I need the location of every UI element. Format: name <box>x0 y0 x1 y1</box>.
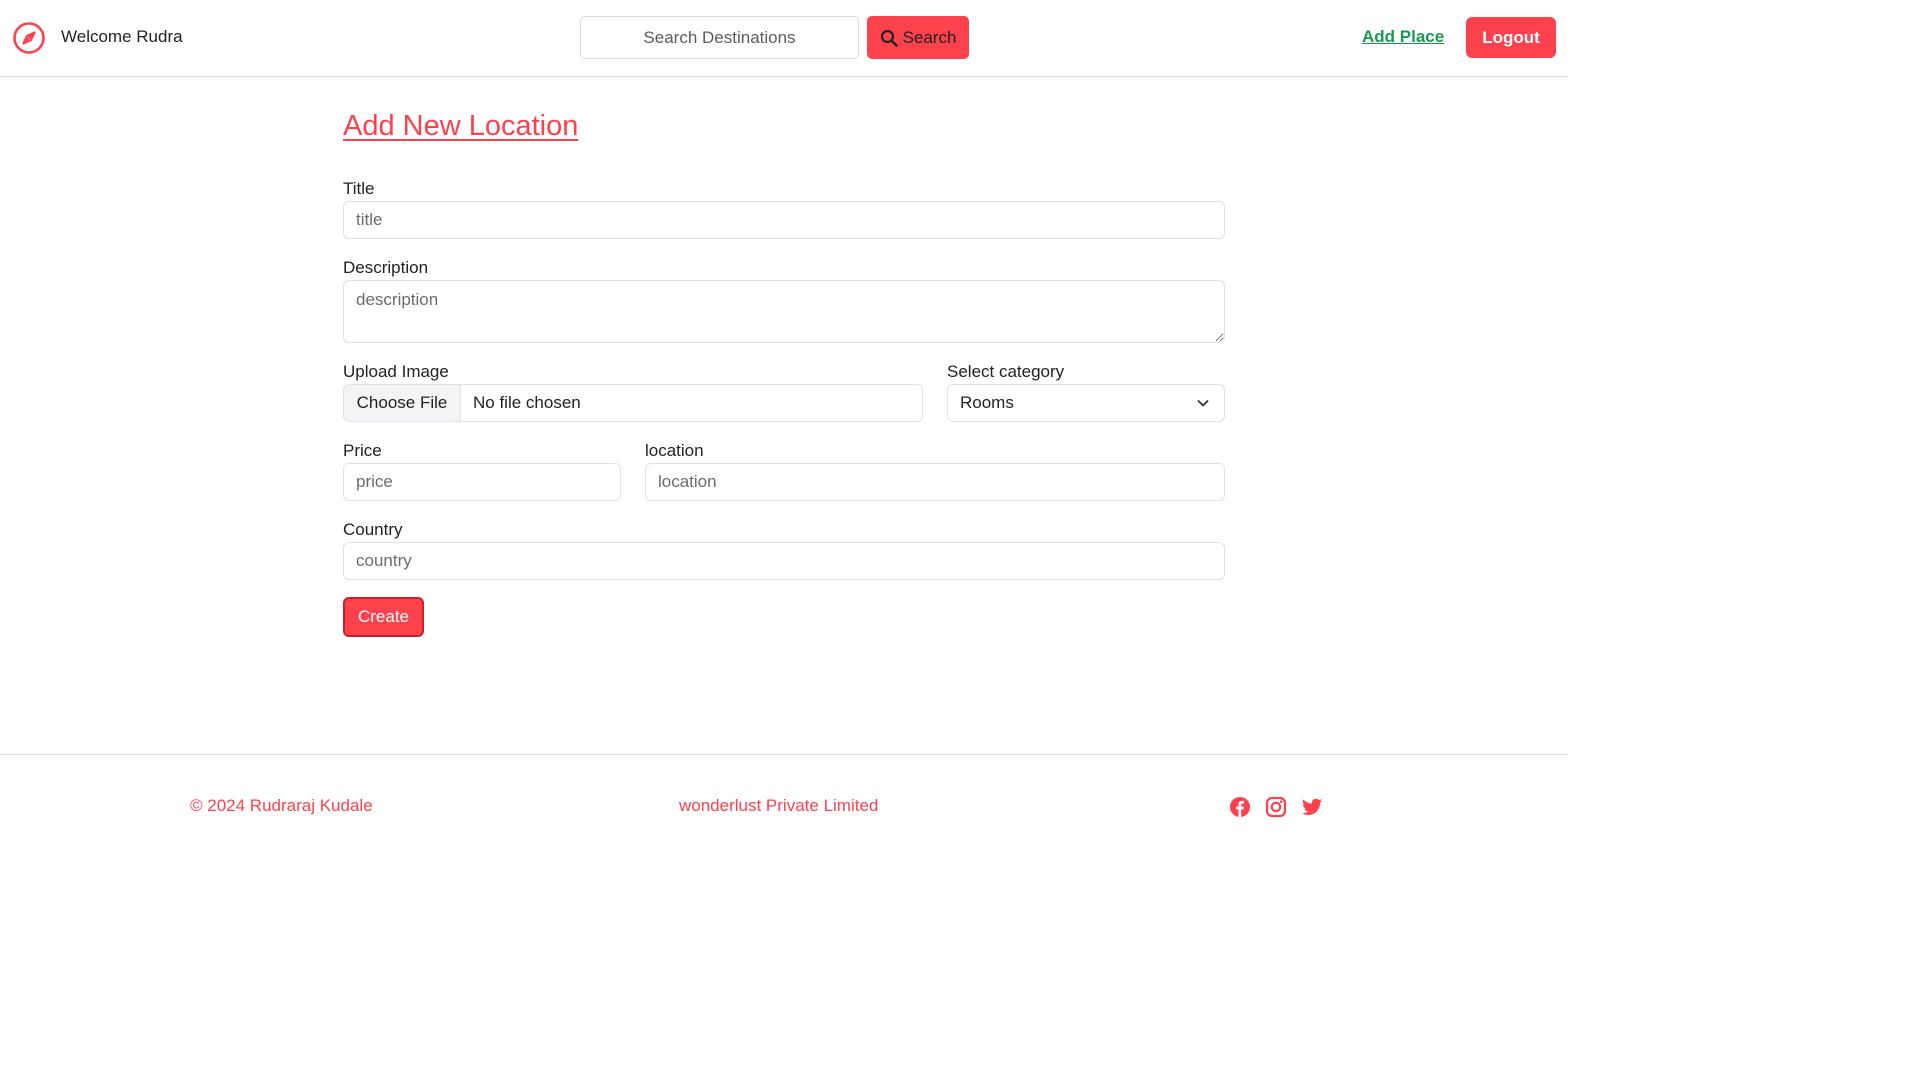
search-button[interactable]: Search <box>867 16 969 59</box>
facebook-icon[interactable] <box>1229 796 1251 818</box>
category-selected-value: Rooms <box>960 393 1014 412</box>
search-button-label: Search <box>902 27 957 47</box>
twitter-icon[interactable] <box>1301 796 1323 818</box>
logout-button[interactable]: Logout <box>1466 17 1556 58</box>
price-label: Price <box>343 441 382 460</box>
country-input[interactable] <box>343 542 1225 580</box>
copyright-text: © 2024 Rudraraj Kudale <box>190 796 373 815</box>
create-button[interactable]: Create <box>343 597 424 637</box>
country-label: Country <box>343 520 403 539</box>
title-label: Title <box>343 179 375 198</box>
file-input[interactable]: Choose File No file chosen <box>343 384 923 422</box>
description-label: Description <box>343 258 429 277</box>
location-input[interactable] <box>645 463 1225 501</box>
chevron-down-icon <box>1197 400 1209 407</box>
company-name: wonderlust Private Limited <box>679 796 879 815</box>
category-select[interactable]: Rooms <box>947 384 1225 422</box>
footer: © 2024 Rudraraj Kudale wonderlust Privat… <box>0 754 1568 882</box>
instagram-icon[interactable] <box>1265 796 1287 818</box>
navbar: Welcome Rudra Search Add Place Logout <box>0 0 1568 77</box>
file-status-text: No file chosen <box>473 393 581 412</box>
upload-image-label: Upload Image <box>343 362 449 381</box>
search-input[interactable] <box>580 16 859 59</box>
location-label: location <box>645 441 704 460</box>
choose-file-button[interactable]: Choose File <box>344 385 461 421</box>
page-title: Add New Location <box>343 110 579 142</box>
compass-icon[interactable] <box>12 21 46 55</box>
description-textarea[interactable] <box>343 280 1225 343</box>
add-place-link[interactable]: Add Place <box>1362 27 1444 47</box>
title-input[interactable] <box>343 201 1225 239</box>
search-icon <box>880 29 898 47</box>
category-label: Select category <box>947 362 1065 381</box>
price-input[interactable] <box>343 463 621 501</box>
welcome-text: Welcome Rudra <box>61 27 183 46</box>
